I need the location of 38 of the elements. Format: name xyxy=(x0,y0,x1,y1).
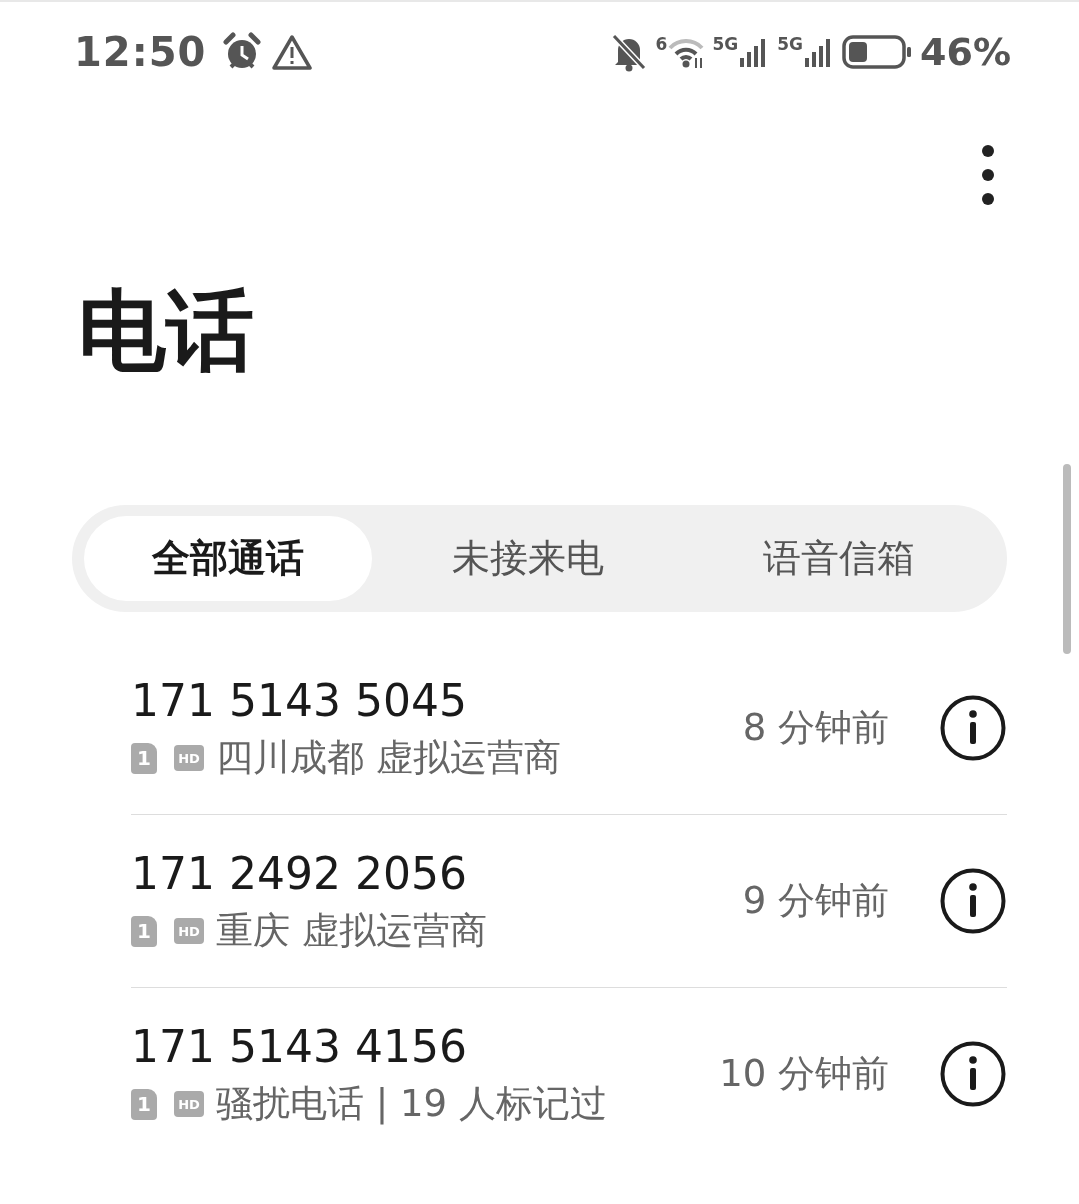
caller-location: 重庆 虚拟运营商 xyxy=(216,908,487,954)
network-type-label: 5G xyxy=(777,36,804,53)
warning-icon xyxy=(272,34,313,70)
caller-location: 骚扰电话 | 19 人标记过 xyxy=(216,1081,607,1127)
hd-call-badge: HD xyxy=(174,1091,204,1117)
sim-card-badge: 1 xyxy=(131,1088,157,1120)
details-button[interactable] xyxy=(939,867,1007,935)
call-time: 10 分钟前 xyxy=(719,1051,889,1097)
info-icon xyxy=(939,867,1007,935)
tab[interactable]: 语音信箱 xyxy=(683,516,995,601)
clock-time: 12:50 xyxy=(74,29,207,75)
call-log-item[interactable]: 171 5143 4156 1 HD 骚扰电话 | 19 人标记过 10 分钟前 xyxy=(131,988,1007,1160)
details-button[interactable] xyxy=(939,1040,1007,1108)
wifi-standard-label: 6 xyxy=(655,36,668,53)
wifi-icon xyxy=(668,36,705,68)
more-options-icon xyxy=(981,144,995,206)
hd-call-badge: HD xyxy=(174,745,204,771)
tab[interactable]: 未接来电 xyxy=(372,516,684,601)
call-time: 9 分钟前 xyxy=(742,878,889,924)
battery-percentage: 46% xyxy=(920,30,1011,74)
caller-location: 四川成都 虚拟运营商 xyxy=(216,735,561,781)
info-icon xyxy=(939,1040,1007,1108)
tab[interactable]: 全部通话 xyxy=(84,516,372,601)
info-icon xyxy=(939,694,1007,762)
hd-call-badge: HD xyxy=(174,918,204,944)
network-type-label: 5G xyxy=(712,36,739,53)
phone-number: 171 2492 2056 xyxy=(131,847,468,901)
sim-card-badge: 1 xyxy=(131,742,157,774)
call-log-item[interactable]: 171 2492 2056 1 HD 重庆 虚拟运营商 9 分钟前 xyxy=(131,815,1007,987)
phone-number: 171 5143 4156 xyxy=(131,1020,468,1074)
sim-card-badge: 1 xyxy=(131,915,157,947)
scrollbar[interactable] xyxy=(1063,464,1071,654)
call-log-item[interactable]: 171 5143 5045 1 HD 四川成都 虚拟运营商 8 分钟前 xyxy=(131,642,1007,814)
call-time: 8 分钟前 xyxy=(742,705,889,751)
battery-icon xyxy=(842,34,913,70)
page-title: 电话 xyxy=(78,278,255,384)
details-button[interactable] xyxy=(939,694,1007,762)
phone-number: 171 5143 5045 xyxy=(131,674,468,728)
